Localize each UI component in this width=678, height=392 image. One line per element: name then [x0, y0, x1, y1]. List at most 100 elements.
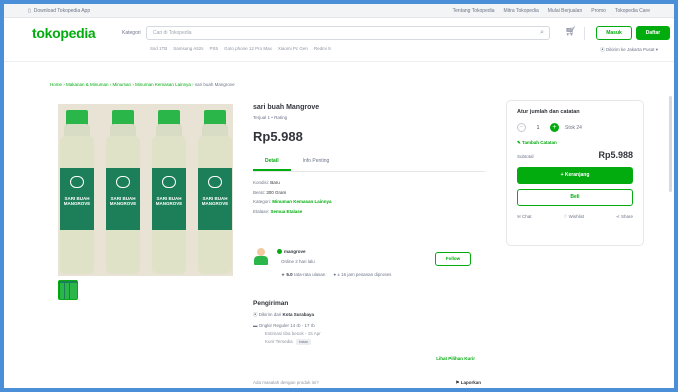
- spec-label: Etalase:: [253, 208, 270, 214]
- report-link-label: Laporkan: [460, 380, 481, 385]
- spec-label: Kondisi:: [253, 180, 270, 185]
- product-tabs: Detail Info Penting: [253, 154, 485, 172]
- tab-info-penting[interactable]: Info Penting: [291, 154, 342, 171]
- add-to-cart-button[interactable]: + Keranjang: [517, 167, 633, 184]
- shop-info: mangrove Online 2 hari lalu Follow ★ 5.0…: [253, 248, 485, 288]
- breadcrumb-item[interactable]: Makanan & Minuman: [66, 82, 109, 87]
- decrease-qty-button[interactable]: −: [517, 123, 526, 132]
- share-button[interactable]: ⋖ Share: [616, 214, 633, 220]
- product-thumbnail[interactable]: [58, 280, 78, 300]
- add-note-link[interactable]: ✎ Tambah Catatan: [517, 140, 633, 146]
- register-button[interactable]: Daftar: [636, 26, 670, 40]
- subtotal-row: Subtotal Rp5.988: [517, 150, 633, 160]
- link-care[interactable]: Tokopedia Care: [615, 8, 650, 14]
- purchase-card-title: Atur jumlah dan catatan: [517, 109, 580, 115]
- spec-berat: 300 Gram: [266, 189, 287, 195]
- suggestion-link[interactable]: Redmi 9: [314, 46, 331, 51]
- service-text: Ongkir Reguler 14 rb - 17 rb: [258, 323, 315, 328]
- bottle-graphic: SARI BUAH MANGROVE: [106, 110, 140, 276]
- product-specs: Kondisi: Baru Berat: 300 Gram Kategori: …: [253, 178, 485, 216]
- cart-icon[interactable]: 🛒︎: [565, 26, 576, 37]
- suggestion-link[interactable]: Xiaomi Pc Gen: [278, 46, 308, 51]
- bottle-label: SARI BUAH MANGROVE: [155, 196, 183, 206]
- rating-note: rata-rata ulasan: [293, 272, 326, 277]
- chat-label: Chat: [522, 214, 532, 219]
- tokopedia-logo[interactable]: tokopedia: [32, 25, 96, 41]
- share-label: Share: [620, 214, 633, 219]
- shop-name-text: mangrove: [284, 249, 306, 254]
- clock-icon: ●: [333, 272, 337, 277]
- breadcrumb-item[interactable]: Home: [50, 82, 62, 87]
- link-about[interactable]: Tentang Tokopedia: [453, 8, 495, 14]
- spec-etalase-link[interactable]: Semua Etalase: [271, 209, 303, 214]
- report-link[interactable]: ⚑ Laporkan: [455, 380, 481, 386]
- shipping-origin: ⦿ Dikirim dari Kota Surabaya: [253, 312, 485, 318]
- report-text: Ada masalah dengan produk ini?: [253, 380, 319, 385]
- breadcrumb-current: sari buah Mangrove: [194, 82, 235, 87]
- suggestion-link[interactable]: Samsung A52s: [173, 46, 203, 51]
- report-row: Ada masalah dengan produk ini? ⚑ Laporka…: [253, 380, 485, 385]
- search-suggestions: Ssd 1TB Samsung A52s PS5 Goto phone 12 P…: [150, 46, 331, 51]
- shop-name[interactable]: mangrove: [277, 249, 306, 255]
- quantity-stepper: − 1 + Stok 24: [517, 123, 633, 132]
- download-app-label: Download Tokopedia App: [33, 7, 91, 14]
- quantity-input[interactable]: 1: [532, 125, 544, 131]
- buy-now-button[interactable]: Beli: [517, 189, 633, 206]
- card-actions: ✉ Chat ♡ Wishlist ⋖ Share: [517, 214, 633, 220]
- search-icon[interactable]: ⌕: [540, 29, 544, 37]
- bottle-graphic: SARI BUAH MANGROVE: [152, 110, 186, 276]
- spec-kategori-link[interactable]: Minuman Kemasan Lainnya: [272, 199, 331, 204]
- location-pin-icon: ⦿: [253, 312, 258, 317]
- spec-label: Kategori:: [253, 199, 272, 204]
- delivery-location[interactable]: ⦿ Dikirim ke Jakarta Pusat ▾: [600, 47, 658, 53]
- chat-button[interactable]: ✉ Chat: [517, 214, 532, 220]
- purchase-card: Atur jumlah dan catatan − 1 + Stok 24 ✎ …: [506, 100, 644, 246]
- courier-label: Kurir Tersedia: [265, 339, 293, 344]
- link-partner[interactable]: Mitra Tokopedia: [504, 8, 539, 14]
- link-start-selling[interactable]: Mulai Berjualan: [548, 8, 582, 14]
- verified-icon: [277, 249, 282, 255]
- chevron-down-icon: ▾: [655, 47, 658, 52]
- shipping-service: ▬ Ongkir Reguler 14 rb - 17 rb: [253, 323, 485, 328]
- courier-badge: Instan: [295, 339, 312, 345]
- wishlist-button[interactable]: ♡ Wishlist: [563, 214, 584, 220]
- follow-button[interactable]: Follow: [435, 252, 471, 266]
- process-note: pesanan diproses: [355, 272, 392, 277]
- browser-viewport: ▯ Download Tokopedia App Tentang Tokoped…: [4, 4, 674, 388]
- top-info-bar: ▯ Download Tokopedia App Tentang Tokoped…: [4, 4, 674, 18]
- link-promo[interactable]: Promo: [591, 8, 606, 14]
- shipping-title: Pengiriman: [253, 300, 289, 307]
- origin-label: Dikirim dari: [258, 312, 282, 317]
- shop-avatar[interactable]: [253, 248, 269, 266]
- increase-qty-button[interactable]: +: [550, 123, 559, 132]
- suggestion-link[interactable]: Goto phone 12 Pro Max: [224, 46, 272, 51]
- shipping-section: Pengiriman ⦿ Dikirim dari Kota Surabaya …: [253, 300, 485, 361]
- category-menu[interactable]: Kategori: [122, 30, 141, 36]
- bottle-graphic: SARI BUAH MANGROVE: [198, 110, 232, 276]
- tab-detail[interactable]: Detail: [253, 154, 291, 171]
- bottle-graphic: SARI BUAH MANGROVE: [60, 110, 94, 276]
- phone-icon: ▯: [28, 7, 31, 14]
- search-input[interactable]: Cari di Tokopedia ⌕: [146, 26, 550, 40]
- subtotal-value: Rp5.988: [598, 150, 633, 160]
- breadcrumb-item[interactable]: Minuman: [113, 82, 132, 87]
- page-scrollbar[interactable]: [669, 96, 672, 192]
- shipping-courier: Kurir Tersedia Instan: [253, 339, 485, 345]
- chat-icon: ✉: [517, 214, 521, 219]
- login-button[interactable]: Masuk: [596, 26, 632, 40]
- suggestion-link[interactable]: Ssd 1TB: [150, 46, 167, 51]
- header-divider: [584, 27, 585, 40]
- location-text: Dikirim ke Jakarta Pusat: [605, 47, 655, 52]
- breadcrumb-item[interactable]: Minuman Kemasan Lainnya: [135, 82, 191, 87]
- spec-kondisi: Baru: [270, 180, 280, 185]
- subtotal-label: Subtotal: [517, 154, 534, 159]
- heart-icon: ♡: [563, 214, 568, 219]
- process-stat: ● ± 16 jam pesanan diproses: [333, 272, 391, 278]
- star-icon: ★: [281, 272, 286, 277]
- suggestion-link[interactable]: PS5: [210, 46, 219, 51]
- see-courier-options-link[interactable]: Lihat Pilihan Kurir: [436, 356, 475, 361]
- product-main-image[interactable]: SARI BUAH MANGROVE SARI BUAH MANGROVE SA…: [58, 104, 233, 276]
- add-note-label: Tambah Catatan: [522, 140, 557, 145]
- download-app-link[interactable]: ▯ Download Tokopedia App: [28, 8, 90, 14]
- shipping-estimate: Estimasi tiba besok - 15 Apr: [265, 331, 321, 336]
